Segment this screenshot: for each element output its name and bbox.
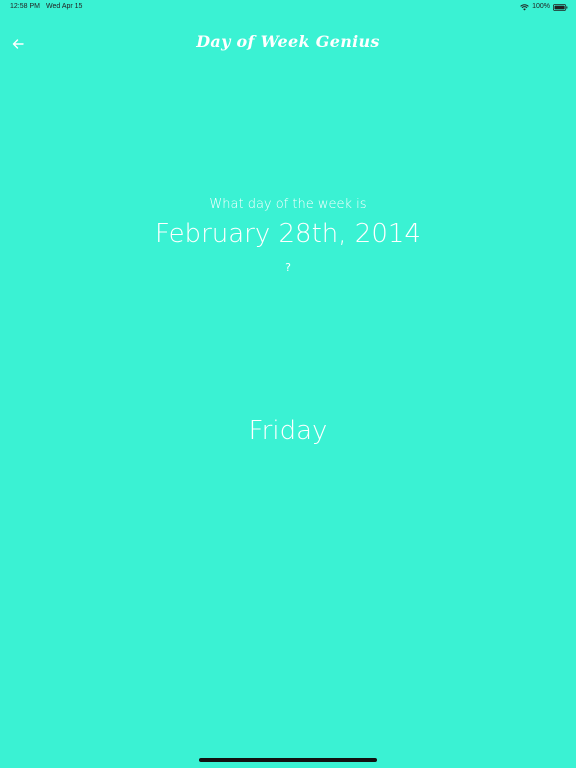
question-date: February 28th, 2014 — [155, 219, 421, 249]
home-indicator[interactable] — [199, 758, 377, 762]
battery-icon — [553, 3, 568, 11]
status-right: 100% — [520, 0, 568, 14]
wifi-icon — [520, 3, 529, 10]
status-bar: 12:58 PM Wed Apr 15 100% — [0, 0, 576, 14]
status-time: 12:58 PM — [10, 3, 40, 10]
battery-percent: 100% — [532, 3, 550, 10]
page-title: Day of Week Genius — [196, 32, 380, 51]
nav-bar: Day of Week Genius — [0, 26, 576, 60]
answer-text[interactable]: Friday — [0, 416, 576, 446]
status-date: Wed Apr 15 — [46, 3, 83, 10]
question-prompt: What day of the week is — [209, 197, 367, 212]
question-mark: ? — [285, 261, 291, 274]
